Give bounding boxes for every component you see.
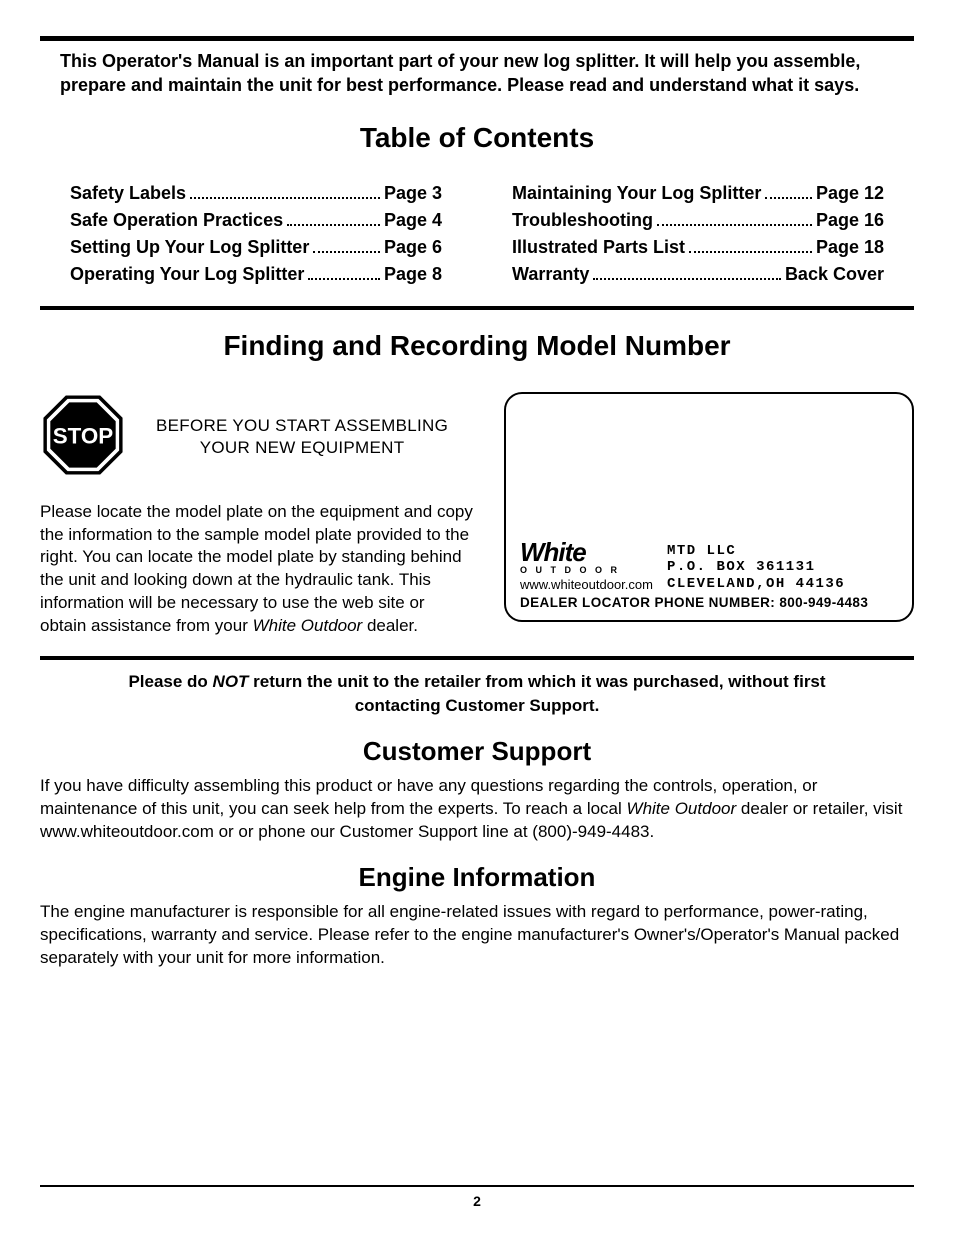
toc-label: Setting Up Your Log Splitter: [70, 234, 309, 261]
toc-row: Illustrated Parts List Page 18: [512, 234, 884, 261]
logo-sub: O U T D O O R: [520, 565, 653, 575]
toc-leader: [190, 184, 380, 198]
toc-leader: [308, 265, 380, 279]
footer-rule: [40, 1185, 914, 1187]
model-left: STOP BEFORE YOU START ASSEMBLING YOUR NE…: [40, 392, 474, 639]
notice-pre: Please do: [128, 672, 212, 691]
stop-sign-icon: STOP: [40, 392, 126, 483]
notice-post: return the unit to the retailer from whi…: [248, 672, 825, 715]
toc-row: Troubleshooting Page 16: [512, 207, 884, 234]
toc-row: Warranty Back Cover: [512, 261, 884, 288]
toc-row: Setting Up Your Log Splitter Page 6: [70, 234, 442, 261]
toc-label: Warranty: [512, 261, 589, 288]
notice-not: NOT: [213, 672, 249, 691]
toc-label: Safety Labels: [70, 180, 186, 207]
divider-rule-2: [40, 656, 914, 660]
model-section: STOP BEFORE YOU START ASSEMBLING YOUR NE…: [40, 392, 914, 639]
toc-page: Back Cover: [785, 261, 884, 288]
toc-page: Page 4: [384, 207, 442, 234]
toc-page: Page 6: [384, 234, 442, 261]
stop-row: STOP BEFORE YOU START ASSEMBLING YOUR NE…: [40, 392, 474, 483]
toc-leader: [689, 238, 812, 252]
plate-addr-l2: P.O. BOX 361131: [667, 559, 898, 575]
plate-logo: White O U T D O O R www.whiteoutdoor.com: [520, 541, 653, 591]
stop-caption-line1: BEFORE YOU START ASSEMBLING: [156, 415, 448, 437]
divider-rule: [40, 306, 914, 310]
toc-page: Page 3: [384, 180, 442, 207]
toc-leader: [657, 211, 812, 225]
toc-leader: [593, 265, 781, 279]
plate-address: MTD LLC P.O. BOX 361131 CLEVELAND,OH 441…: [667, 543, 898, 591]
engine-body: The engine manufacturer is responsible f…: [40, 901, 914, 970]
logo-main: White: [520, 541, 653, 564]
plate-bottom: White O U T D O O R www.whiteoutdoor.com…: [520, 541, 898, 591]
toc-leader: [287, 211, 380, 225]
toc-label: Maintaining Your Log Splitter: [512, 180, 761, 207]
toc-row: Maintaining Your Log Splitter Page 12: [512, 180, 884, 207]
model-body-text: Please locate the model plate on the equ…: [40, 501, 474, 639]
toc-row: Safety Labels Page 3: [70, 180, 442, 207]
toc-label: Illustrated Parts List: [512, 234, 685, 261]
page-number: 2: [40, 1193, 914, 1209]
plate-addr-l3: CLEVELAND,OH 44136: [667, 576, 898, 592]
toc-row: Operating Your Log Splitter Page 8: [70, 261, 442, 288]
top-rule: [40, 36, 914, 41]
toc-page: Page 12: [816, 180, 884, 207]
brand-name: White Outdoor: [627, 799, 737, 818]
model-heading: Finding and Recording Model Number: [40, 330, 914, 362]
toc-right-column: Maintaining Your Log Splitter Page 12 Tr…: [512, 180, 884, 288]
toc-label: Safe Operation Practices: [70, 207, 283, 234]
stop-caption: BEFORE YOU START ASSEMBLING YOUR NEW EQU…: [156, 415, 448, 459]
page-footer: 2: [40, 1185, 914, 1209]
toc-page: Page 16: [816, 207, 884, 234]
support-heading: Customer Support: [40, 736, 914, 767]
toc-page: Page 18: [816, 234, 884, 261]
stop-caption-line2: YOUR NEW EQUIPMENT: [156, 437, 448, 459]
toc-left-column: Safety Labels Page 3 Safe Operation Prac…: [70, 180, 442, 288]
intro-text: This Operator's Manual is an important p…: [40, 49, 914, 108]
toc-leader: [313, 238, 380, 252]
toc-leader: [765, 184, 812, 198]
plate-url: www.whiteoutdoor.com: [520, 577, 653, 592]
model-body-post: dealer.: [362, 616, 418, 635]
toc-label: Operating Your Log Splitter: [70, 261, 304, 288]
toc-row: Safe Operation Practices Page 4: [70, 207, 442, 234]
table-of-contents: Safety Labels Page 3 Safe Operation Prac…: [40, 180, 914, 288]
plate-dealer-line: DEALER LOCATOR PHONE NUMBER: 800-949-448…: [520, 595, 898, 610]
toc-heading: Table of Contents: [40, 122, 914, 154]
support-body: If you have difficulty assembling this p…: [40, 775, 914, 844]
toc-label: Troubleshooting: [512, 207, 653, 234]
toc-page: Page 8: [384, 261, 442, 288]
plate-addr-l1: MTD LLC: [667, 543, 898, 559]
return-notice: Please do NOT return the unit to the ret…: [127, 670, 827, 718]
brand-name: White Outdoor: [253, 616, 363, 635]
engine-heading: Engine Information: [40, 862, 914, 893]
svg-text:STOP: STOP: [53, 423, 114, 448]
model-plate-box: White O U T D O O R www.whiteoutdoor.com…: [504, 392, 914, 622]
